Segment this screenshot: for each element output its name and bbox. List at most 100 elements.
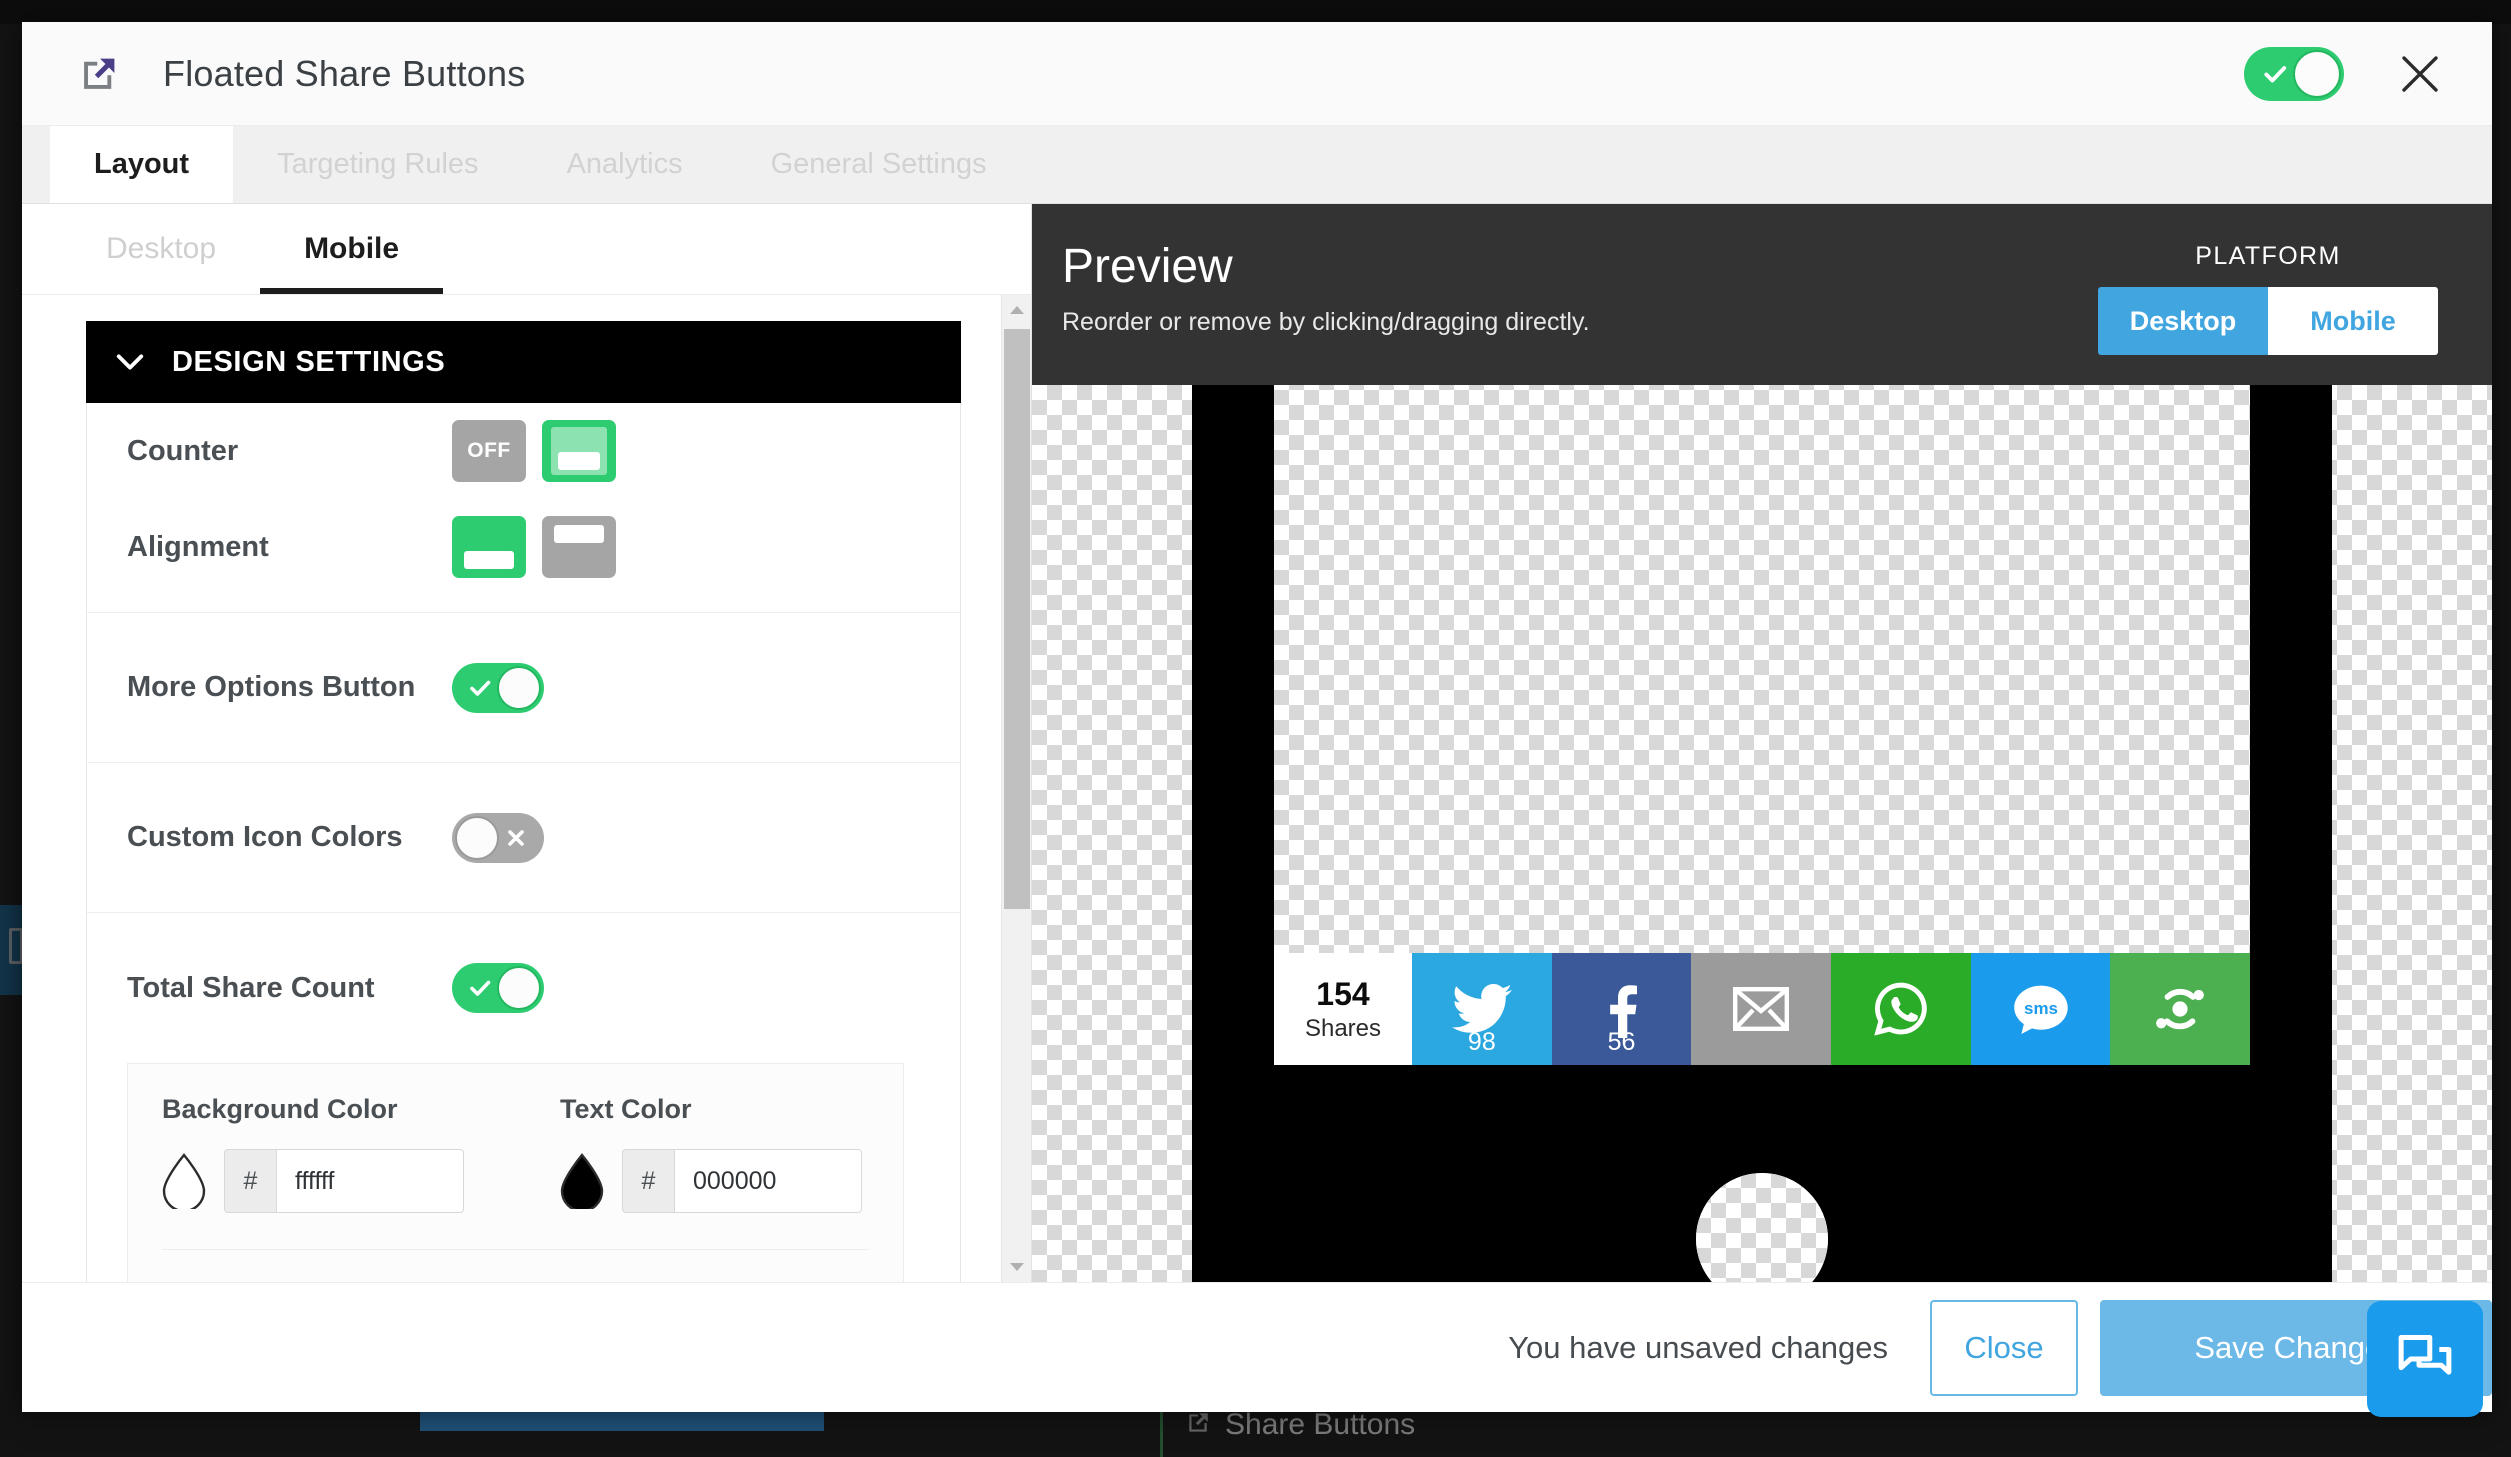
counter-label: Counter bbox=[127, 434, 239, 467]
background-color-swatch-icon[interactable] bbox=[162, 1153, 206, 1209]
device-tab-mobile[interactable]: Mobile bbox=[260, 204, 443, 294]
background-color-input[interactable] bbox=[276, 1149, 464, 1213]
modal-body: Desktop Mobile DESIGN SETTINGS Counter O… bbox=[22, 204, 2492, 1282]
total-share-count-number: 154 bbox=[1316, 975, 1370, 1012]
toggle-knob bbox=[497, 665, 541, 710]
chat-support-widget[interactable] bbox=[2367, 1301, 2483, 1417]
settings-panel: Desktop Mobile DESIGN SETTINGS Counter O… bbox=[22, 204, 1032, 1282]
settings-content: DESIGN SETTINGS Counter OFF Alignment Mo… bbox=[22, 295, 1001, 1282]
page-title: Floated Share Buttons bbox=[163, 52, 526, 94]
total-share-count-display[interactable]: 154 Shares bbox=[1274, 953, 1412, 1065]
tab-analytics[interactable]: Analytics bbox=[523, 126, 727, 203]
check-icon bbox=[470, 680, 491, 696]
design-settings-panel: Counter OFF Alignment More Options Butto… bbox=[86, 403, 961, 1282]
counter-option-off[interactable]: OFF bbox=[452, 420, 526, 482]
share-button-facebook[interactable]: 56 bbox=[1551, 953, 1692, 1065]
more-options-button-label: More Options Button bbox=[127, 671, 416, 703]
text-color-swatch-icon[interactable] bbox=[560, 1153, 604, 1209]
text-color-input[interactable] bbox=[674, 1149, 862, 1213]
modal-titlebar: Floated Share Buttons bbox=[22, 22, 2492, 126]
platform-option-desktop[interactable]: Desktop bbox=[2098, 287, 2268, 355]
total-share-count-word: Shares bbox=[1304, 1014, 1382, 1042]
backdrop-side-tab-icon bbox=[9, 928, 23, 964]
tab-general-settings[interactable]: General Settings bbox=[727, 126, 1031, 203]
settings-scrollbar[interactable] bbox=[1001, 295, 1031, 1282]
row-more-options-button: More Options Button bbox=[87, 613, 960, 763]
subpanel-divider bbox=[162, 1249, 869, 1282]
sms-icon: sms bbox=[2013, 985, 2068, 1034]
alignment-option-top[interactable] bbox=[542, 516, 616, 578]
platform-switcher: PLATFORM Desktop Mobile bbox=[2098, 242, 2438, 355]
platform-option-mobile[interactable]: Mobile bbox=[2268, 287, 2438, 355]
text-color-label: Text Color bbox=[560, 1094, 692, 1124]
facebook-share-count: 56 bbox=[1607, 1028, 1636, 1056]
alignment-option-bottom[interactable] bbox=[452, 516, 526, 578]
whatsapp-icon bbox=[1874, 982, 1927, 1036]
alignment-options bbox=[452, 516, 616, 578]
titlebar-actions bbox=[2244, 46, 2462, 101]
preview-canvas: 154 Shares 98 56 sms bbox=[1032, 385, 2492, 1282]
preview-panel: Preview Reorder or remove by clicking/dr… bbox=[1032, 204, 2492, 1282]
master-enable-toggle[interactable] bbox=[2244, 46, 2344, 101]
twitter-icon bbox=[1451, 984, 1512, 1033]
preview-header: Preview Reorder or remove by clicking/dr… bbox=[1032, 204, 2492, 385]
counter-option-inside[interactable] bbox=[542, 420, 616, 482]
custom-icon-colors-label: Custom Icon Colors bbox=[127, 821, 403, 853]
text-color-hash: # bbox=[622, 1149, 674, 1213]
toggle-knob bbox=[497, 966, 541, 1010]
text-color-field: Text Color # bbox=[560, 1094, 862, 1213]
row-counter: Counter OFF bbox=[87, 403, 960, 499]
close-button[interactable]: Close bbox=[1930, 1299, 2078, 1396]
scrollbar-up-arrow[interactable] bbox=[1002, 295, 1032, 325]
row-total-share-count: Total Share Count bbox=[87, 913, 960, 1063]
device-tabs: Desktop Mobile bbox=[22, 204, 1031, 294]
chevron-down-icon bbox=[116, 354, 144, 370]
alignment-top-bar bbox=[554, 525, 604, 543]
alignment-label: Alignment bbox=[127, 530, 269, 563]
share-button-email[interactable] bbox=[1691, 953, 1832, 1065]
more-options-button-toggle[interactable] bbox=[452, 662, 544, 713]
share-buttons-bar: 154 Shares 98 56 sms bbox=[1274, 953, 2251, 1065]
panel-spacer bbox=[87, 595, 960, 613]
toggle-knob bbox=[455, 815, 499, 860]
cross-icon bbox=[508, 829, 524, 846]
total-share-count-toggle[interactable] bbox=[452, 963, 544, 1013]
row-alignment: Alignment bbox=[87, 499, 960, 595]
phone-screen: 154 Shares 98 56 sms bbox=[1274, 385, 2251, 1065]
share-button-whatsapp[interactable] bbox=[1831, 953, 1971, 1065]
total-share-count-label: Total Share Count bbox=[127, 971, 375, 1004]
counter-off-text: OFF bbox=[467, 439, 511, 462]
custom-icon-colors-toggle[interactable] bbox=[452, 812, 544, 863]
design-settings-header[interactable]: DESIGN SETTINGS bbox=[86, 321, 961, 403]
svg-text:sms: sms bbox=[2024, 999, 2058, 1018]
modal-footer: You have unsaved changes Close Save Chan… bbox=[22, 1282, 2492, 1412]
backdrop-share-icon bbox=[1189, 1413, 1208, 1432]
device-tab-desktop[interactable]: Desktop bbox=[62, 204, 260, 294]
check-icon bbox=[470, 980, 491, 996]
share-button-twitter[interactable]: 98 bbox=[1412, 953, 1552, 1065]
tab-layout[interactable]: Layout bbox=[50, 126, 234, 203]
backdrop-top-strip bbox=[0, 0, 2511, 24]
row-custom-icon-colors: Custom Icon Colors bbox=[87, 763, 960, 913]
scrollbar-down-arrow[interactable] bbox=[1002, 1252, 1032, 1282]
scrollbar-thumb[interactable] bbox=[1004, 329, 1030, 909]
background-color-label: Background Color bbox=[162, 1094, 398, 1124]
counter-inside-bar bbox=[558, 452, 600, 470]
check-icon bbox=[2264, 65, 2287, 82]
close-icon[interactable] bbox=[2396, 50, 2444, 98]
more-share-icon bbox=[2156, 988, 2205, 1030]
share-button-sms[interactable]: sms bbox=[1970, 953, 2111, 1065]
platform-label: PLATFORM bbox=[2195, 242, 2341, 270]
alignment-bottom-bar bbox=[464, 551, 514, 569]
background-color-field: Background Color # bbox=[162, 1094, 464, 1213]
twitter-share-count: 98 bbox=[1467, 1028, 1496, 1056]
main-tabs: Layout Targeting Rules Analytics General… bbox=[22, 126, 2492, 204]
settings-scroll-area: DESIGN SETTINGS Counter OFF Alignment Mo… bbox=[22, 294, 1031, 1282]
color-fields: Background Color # ffffff Text Color # 0… bbox=[162, 1094, 869, 1213]
phone-home-button bbox=[1696, 1173, 1828, 1282]
share-button-more[interactable] bbox=[2110, 953, 2251, 1065]
preview-title: Preview bbox=[1062, 240, 1233, 293]
tab-targeting-rules[interactable]: Targeting Rules bbox=[233, 126, 523, 203]
backdrop-share-buttons-label: Share Buttons bbox=[1225, 1408, 1416, 1441]
unsaved-changes-message: You have unsaved changes bbox=[1508, 1329, 1888, 1365]
